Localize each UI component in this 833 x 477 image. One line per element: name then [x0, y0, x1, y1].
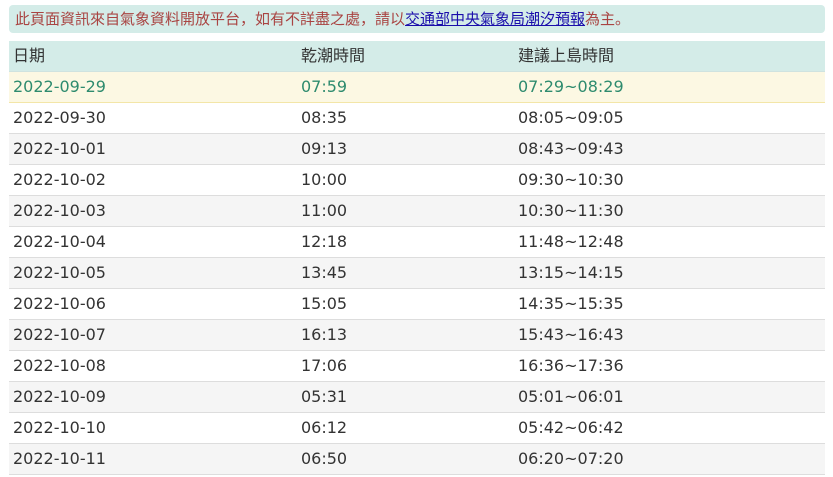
notice-prefix: 此頁面資訊來自氣象資料開放平台，如有不詳盡之處，請以: [15, 10, 406, 28]
tide-table: 日期 乾潮時間 建議上島時間 2022-09-29 07:59 07:29~08:2…: [9, 41, 825, 475]
row-suggested-time: 15:43~16:43: [518, 325, 624, 344]
row-suggested-time: 07:29~08:29: [518, 77, 624, 96]
table-row: 2022-09-30 08:35 08:05~09:05: [9, 103, 825, 134]
table-row: 2022-10-08 17:06 16:36~17:36: [9, 351, 825, 382]
row-date: 2022-10-05: [13, 263, 106, 282]
data-source-notice: 此頁面資訊來自氣象資料開放平台，如有不詳盡之處，請以交通部中央氣象局潮汐預報為主…: [9, 5, 825, 33]
table-row: 2022-10-03 11:00 10:30~11:30: [9, 196, 825, 227]
table-row: 2022-10-06 15:05 14:35~15:35: [9, 289, 825, 320]
row-date: 2022-10-03: [13, 201, 106, 220]
row-suggested-time: 13:15~14:15: [518, 263, 624, 282]
row-low-tide-time: 07:59: [301, 77, 348, 96]
row-suggested-time: 05:42~06:42: [518, 418, 624, 437]
notice-suffix: 為主。: [585, 10, 631, 28]
row-date: 2022-09-29: [13, 77, 106, 96]
row-low-tide-time: 11:00: [301, 201, 348, 220]
table-header: 日期 乾潮時間 建議上島時間: [9, 41, 825, 72]
row-date: 2022-10-09: [13, 387, 106, 406]
row-suggested-time: 05:01~06:01: [518, 387, 624, 406]
row-low-tide-time: 17:06: [301, 356, 348, 375]
row-date: 2022-10-06: [13, 294, 106, 313]
row-suggested-time: 11:48~12:48: [518, 232, 624, 251]
header-low-tide-time: 乾潮時間: [301, 46, 366, 65]
row-suggested-time: 09:30~10:30: [518, 170, 624, 189]
row-suggested-time: 08:05~09:05: [518, 108, 624, 127]
row-date: 2022-10-08: [13, 356, 106, 375]
row-low-tide-time: 10:00: [301, 170, 348, 189]
row-suggested-time: 10:30~11:30: [518, 201, 624, 220]
row-low-tide-time: 09:13: [301, 139, 348, 158]
row-low-tide-time: 12:18: [301, 232, 348, 251]
row-date: 2022-10-10: [13, 418, 106, 437]
row-low-tide-time: 08:35: [301, 108, 348, 127]
table-row: 2022-10-10 06:12 05:42~06:42: [9, 413, 825, 444]
row-date: 2022-10-07: [13, 325, 106, 344]
row-low-tide-time: 13:45: [301, 263, 348, 282]
table-body: 2022-09-29 07:59 07:29~08:29 2022-09-30 08:3…: [9, 72, 825, 475]
row-suggested-time: 14:35~15:35: [518, 294, 624, 313]
page: 此頁面資訊來自氣象資料開放平台，如有不詳盡之處，請以交通部中央氣象局潮汐預報為主…: [0, 0, 833, 477]
row-suggested-time: 16:36~17:36: [518, 356, 624, 375]
row-suggested-time: 06:20~07:20: [518, 449, 624, 468]
header-date: 日期: [13, 46, 46, 65]
row-low-tide-time: 16:13: [301, 325, 348, 344]
table-row: 2022-10-04 12:18 11:48~12:48: [9, 227, 825, 258]
row-date: 2022-10-11: [13, 449, 106, 468]
row-date: 2022-10-04: [13, 232, 106, 251]
table-row: 2022-10-09 05:31 05:01~06:01: [9, 382, 825, 413]
row-low-tide-time: 05:31: [301, 387, 348, 406]
table-row: 2022-10-11 06:50 06:20~07:20: [9, 444, 825, 475]
row-date: 2022-09-30: [13, 108, 106, 127]
header-suggested-time: 建議上島時間: [518, 46, 615, 65]
row-date: 2022-10-01: [13, 139, 106, 158]
row-low-tide-time: 15:05: [301, 294, 348, 313]
table-row: 2022-10-05 13:45 13:15~14:15: [9, 258, 825, 289]
table-row: 2022-10-02 10:00 09:30~10:30: [9, 165, 825, 196]
row-date: 2022-10-02: [13, 170, 106, 189]
row-suggested-time: 08:43~09:43: [518, 139, 624, 158]
table-row: 2022-10-01 09:13 08:43~09:43: [9, 134, 825, 165]
row-low-tide-time: 06:50: [301, 449, 348, 468]
cwb-tide-forecast-link[interactable]: 交通部中央氣象局潮汐預報: [405, 10, 585, 28]
row-low-tide-time: 06:12: [301, 418, 348, 437]
table-row: 2022-10-07 16:13 15:43~16:43: [9, 320, 825, 351]
table-row-today: 2022-09-29 07:59 07:29~08:29: [9, 72, 825, 103]
